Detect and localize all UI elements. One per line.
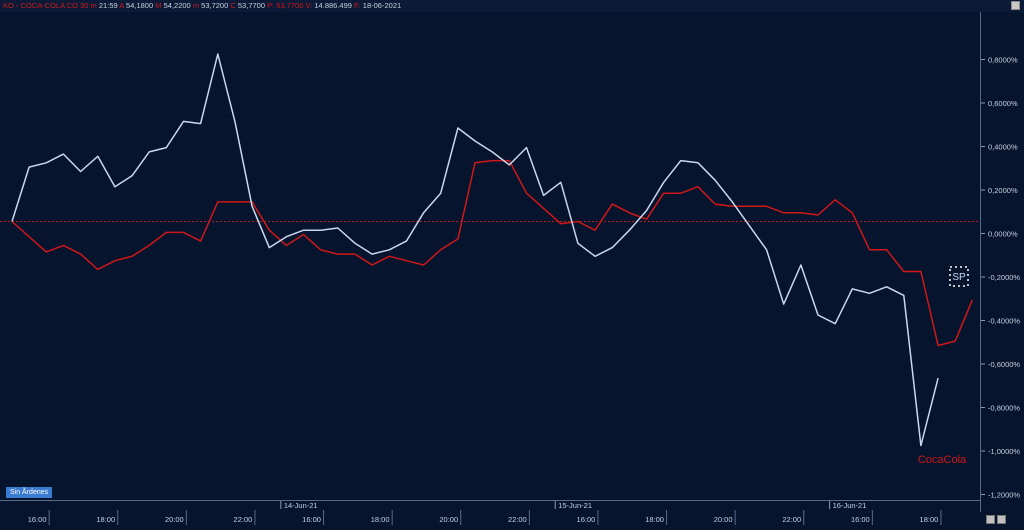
- x-tick-label: 18:00: [96, 515, 115, 524]
- series-label-cocacola: CocaCola: [918, 454, 967, 466]
- y-axis-svg: 0,8000% 0,6000% 0,4000% 0,2000% 0,0000% -0,20…: [981, 56, 1020, 500]
- x-axis[interactable]: 16:00 18:00 20:00 22:00 16:00 18:00 20:00 22:00…: [0, 500, 1011, 525]
- date-value: 18-06-2021: [362, 1, 402, 10]
- y-tick-label: 0,4000%: [988, 143, 1018, 152]
- x-tick-label: 16:00: [577, 515, 596, 524]
- y-tick-label: -1,2000%: [988, 491, 1020, 500]
- date-label: F:: [354, 1, 361, 10]
- y-tick-label: 0,2000%: [988, 186, 1018, 195]
- scroll-left-button[interactable]: [986, 515, 995, 524]
- y-axis[interactable]: 0,8000% 0,6000% 0,4000% 0,2000% 0,0000% -0,20…: [980, 12, 1024, 512]
- open-label: A: [119, 1, 124, 10]
- window-button[interactable]: [1011, 1, 1020, 10]
- close-value: 53,7700: [237, 1, 266, 10]
- sp-marker[interactable]: SP: [949, 266, 969, 287]
- x-tick-label: 18:00: [920, 515, 939, 524]
- y-tick-label: 0,8000%: [988, 56, 1018, 65]
- x-tick-label: 20:00: [714, 515, 733, 524]
- x-tick-label: 22:00: [234, 515, 253, 524]
- ticker-name: KO - COCA-COLA CO: [3, 1, 79, 10]
- sp-marker-label: SP: [952, 272, 966, 283]
- x-date-label: 15-Jun-21: [558, 501, 592, 510]
- y-tick-label: -1,0000%: [988, 447, 1020, 456]
- low-value: 53,7200: [201, 1, 229, 10]
- low-label: m: [192, 1, 200, 10]
- scroll-right-button[interactable]: [997, 515, 1006, 524]
- chart-plot-area[interactable]: SP CocaCola: [0, 12, 980, 512]
- x-tick-label: 16:00: [851, 515, 870, 524]
- series-layer: [11, 53, 974, 447]
- x-tick-label: 16:00: [302, 515, 321, 524]
- orders-badge[interactable]: Sin Ãrdenes: [6, 487, 53, 498]
- high-label: M: [155, 1, 162, 10]
- y-tick-label: -0,4000%: [988, 317, 1020, 326]
- close-label: C: [230, 1, 236, 10]
- volume-value: 14.886.499: [314, 1, 352, 10]
- series-line-cocacola[interactable]: [11, 53, 939, 447]
- x-tick-label: 22:00: [782, 515, 801, 524]
- x-tick-label: 18:00: [645, 515, 664, 524]
- x-date-label: 16-Jun-21: [833, 501, 867, 510]
- open-value: 54,1800: [126, 1, 154, 10]
- interval: 30 m: [80, 1, 97, 10]
- time: 21:59: [98, 1, 118, 10]
- y-tick-label: 0,0000%: [988, 230, 1018, 239]
- x-tick-label: 20:00: [439, 515, 458, 524]
- x-tick-label: 20:00: [165, 515, 184, 524]
- x-tick-label: 16:00: [28, 515, 47, 524]
- x-date-label: 14-Jun-21: [284, 501, 318, 510]
- x-tick-label: 18:00: [371, 515, 390, 524]
- x-axis-svg: 16:00 18:00 20:00 22:00 16:00 18:00 20:00 22:00…: [28, 501, 1011, 525]
- corner-controls: [986, 511, 1016, 524]
- y-tick-label: 0,6000%: [988, 99, 1018, 108]
- x-tick-label: 22:00: [508, 515, 527, 524]
- y-tick-label: -0,2000%: [988, 273, 1020, 282]
- change-value: P: 53,7700: [267, 1, 304, 10]
- high-value: 54,2200: [163, 1, 191, 10]
- y-tick-label: -0,6000%: [988, 360, 1020, 369]
- volume-label: V:: [305, 1, 313, 10]
- quote-header: KO - COCA-COLA CO 30 m 21:59 A 54,1800 M…: [3, 0, 401, 12]
- series-line-sp[interactable]: [11, 159, 974, 347]
- y-tick-label: -0,8000%: [988, 404, 1020, 413]
- chart-svg: SP CocaCola: [0, 53, 980, 466]
